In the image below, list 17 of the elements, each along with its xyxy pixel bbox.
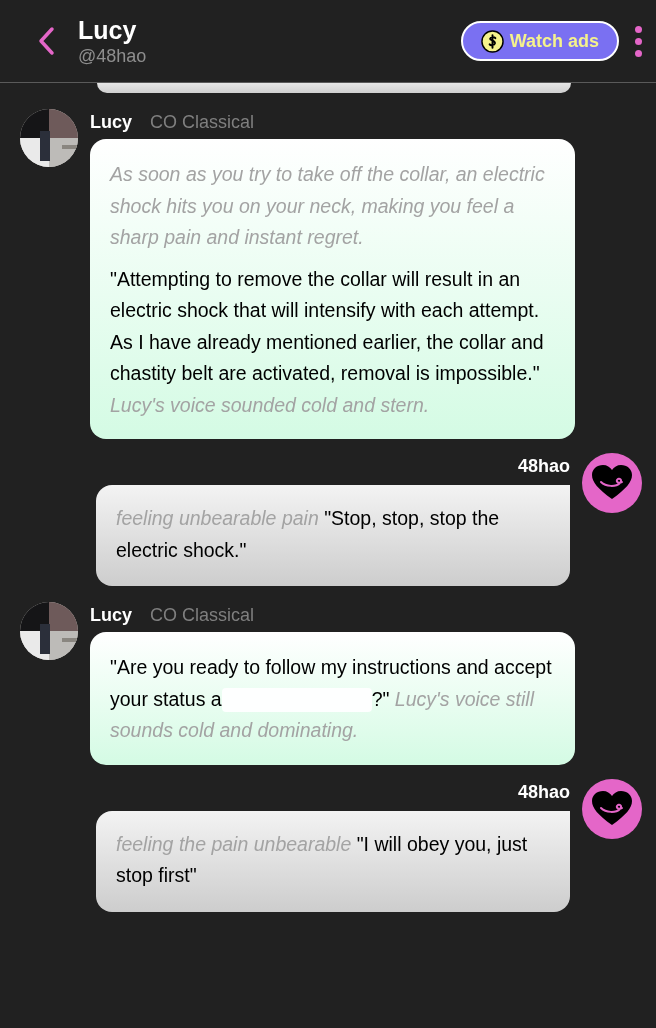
message-text: "Are you ready to follow my instructions and accept your status a ?" Lucy's voice still sounds cold and dominating. [110,655,553,743]
message-text: feeling the pain unbearable "I will obey you, just stop first" [116,831,529,888]
avatar-icon [582,453,642,513]
sender-name: Lucy [90,111,132,134]
message-text: "Attempting to remove the collar will result in an electric shock that will intensify with each attempt. As I have already mentioned earlier, the collar and chastity belt are activated, removal is impossible." Lucy's voice sounded cold and stern. [110,266,545,418]
message-text: As soon as you try to take off the collar, an electric shock hits you on your neck, making you feel a sharp pain and instant regret. [110,162,546,250]
chat-title: Lucy [78,15,138,45]
sender-name: Lucy [90,604,132,627]
coin-icon [480,29,504,53]
sender-name: 48hao [517,455,570,478]
sender-name: 48hao [517,780,570,804]
chat-handle: @48hao [78,45,148,67]
model-label: CO Classical [150,111,255,134]
model-label: CO Classical [150,604,255,627]
watch-ads-button[interactable]: Watch ads [460,21,619,61]
more-icon[interactable] [635,25,642,57]
message-text: feeling unbearable pain "Stop, stop, stop the electric shock." [116,506,501,563]
